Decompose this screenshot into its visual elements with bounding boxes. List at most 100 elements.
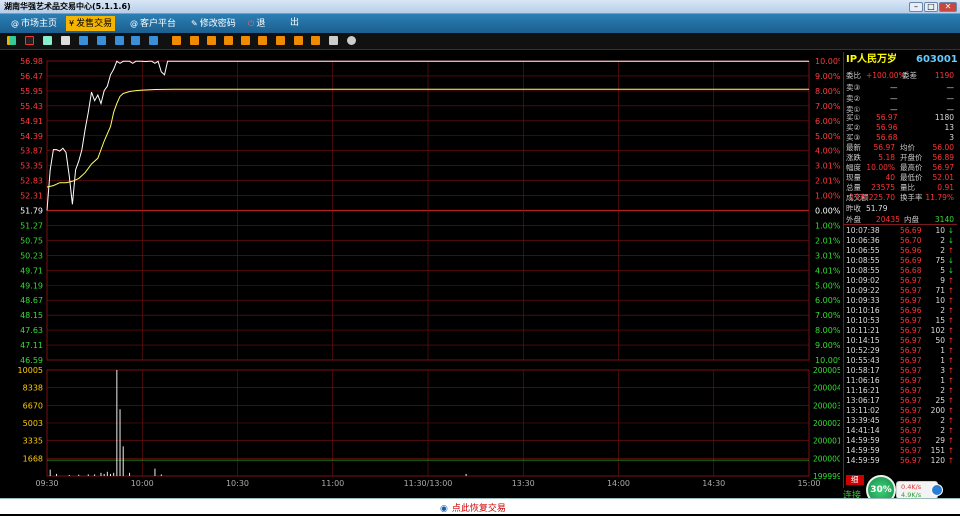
price-tick-label: 56.47 bbox=[20, 72, 43, 81]
menu-label: 退 bbox=[256, 19, 266, 29]
tool-icon-4[interactable] bbox=[131, 36, 140, 45]
stock-code: 603001 bbox=[916, 54, 958, 65]
tool-icon-8[interactable] bbox=[207, 36, 216, 45]
gear-icon[interactable] bbox=[347, 36, 356, 45]
price-tick-label: 46.59 bbox=[20, 356, 43, 365]
volume-tick-label: 8338 bbox=[23, 384, 43, 393]
price-tick-label: 55.43 bbox=[20, 102, 43, 111]
tick-row: 10:10:53 56.97 15 ↑ bbox=[846, 316, 954, 325]
tool-icon-9[interactable] bbox=[224, 36, 233, 45]
pct-tick-label: 9.00% bbox=[815, 341, 840, 350]
tool-icon-3[interactable] bbox=[115, 36, 124, 45]
tick-row: 10:52:29 56.97 1 ↑ bbox=[846, 346, 954, 355]
tool-icon-14[interactable] bbox=[311, 36, 320, 45]
pct-tick-label: 5.00% bbox=[815, 281, 840, 290]
tool-icon-11[interactable] bbox=[258, 36, 267, 45]
time-tick-label: 11:30/13:00 bbox=[404, 479, 453, 488]
buy-row: 买② 56.96 13 bbox=[846, 123, 954, 132]
tool-icon-10[interactable] bbox=[241, 36, 250, 45]
tick-row: 11:16:21 56.97 2 ↑ bbox=[846, 386, 954, 395]
pct-tick-label: 0.00% bbox=[815, 207, 840, 216]
restore-trading-link[interactable]: ◉ 点此恢复交易 bbox=[440, 501, 506, 514]
stat-row: 总量 23575 量比 0.91 bbox=[846, 183, 954, 192]
price-tick-label: 49.71 bbox=[20, 266, 43, 275]
tool-icon-5[interactable] bbox=[149, 36, 158, 45]
menu-client-platform[interactable]: @ 客户平台 bbox=[127, 16, 179, 31]
tick-row: 14:59:59 56.97 151 ↑ bbox=[846, 446, 954, 455]
pct-tick-label: 1.00% bbox=[815, 221, 840, 230]
volume-right-tick-label: 200001 bbox=[813, 437, 840, 446]
candle-icon[interactable] bbox=[43, 36, 52, 45]
menu-change-password[interactable]: ✎ 修改密码 bbox=[188, 16, 239, 31]
volume-tick-label: 10005 bbox=[18, 366, 43, 375]
pct-tick-label: 2.01% bbox=[815, 236, 840, 245]
tick-row: 10:08:55 56.69 75 ↓ bbox=[846, 256, 954, 265]
prev-close-row: 昨收 51.79 bbox=[846, 204, 888, 213]
tick-row: 10:58:17 56.97 3 ↑ bbox=[846, 366, 954, 375]
price-tick-label: 51.79 bbox=[20, 207, 43, 216]
tick-row: 14:59:59 56.97 29 ↑ bbox=[846, 436, 954, 445]
detail-tab[interactable]: 细 bbox=[846, 475, 864, 485]
menu-trading[interactable]: ¥ 发售交易 bbox=[66, 16, 116, 31]
time-tick-label: 14:00 bbox=[607, 479, 630, 488]
volume-right-tick-label: 200005 bbox=[813, 366, 840, 375]
tool-icon-1[interactable] bbox=[79, 36, 88, 45]
maximize-button[interactable]: □ bbox=[924, 2, 938, 12]
pct-tick-label: 1.00% bbox=[815, 192, 840, 201]
close-button[interactable]: ✕ bbox=[939, 2, 957, 12]
time-tick-label: 10:30 bbox=[226, 479, 249, 488]
tick-row: 10:06:36 56.70 2 ↓ bbox=[846, 236, 954, 245]
tool-icon-7[interactable] bbox=[190, 36, 199, 45]
draw-icon[interactable] bbox=[329, 36, 338, 45]
line-chart-icon[interactable] bbox=[25, 36, 34, 45]
tick-row: 10:11:21 56.97 102 ↑ bbox=[846, 326, 954, 335]
menu-exit-2[interactable]: 出 bbox=[287, 16, 302, 31]
menu-exit[interactable]: ⏻ 退 bbox=[245, 16, 268, 31]
tick-row: 10:55:43 56.97 1 ↑ bbox=[846, 356, 954, 365]
price-tick-label: 50.23 bbox=[20, 251, 43, 260]
time-tick-label: 10:00 bbox=[131, 479, 154, 488]
menu-bar: @ 市场主页 ¥ 发售交易 @ 客户平台 ✎ 修改密码 ⏻ 退 出 bbox=[0, 14, 960, 33]
pen-icon: ✎ bbox=[191, 19, 198, 28]
tick-row: 14:41:14 56.97 2 ↑ bbox=[846, 426, 954, 435]
tick-row: 13:39:45 56.97 2 ↑ bbox=[846, 416, 954, 425]
tool-icon-6[interactable] bbox=[172, 36, 181, 45]
bar-chart-icon[interactable] bbox=[7, 36, 16, 45]
pct-tick-label: 2.01% bbox=[815, 177, 840, 186]
pct-tick-label: 6.00% bbox=[815, 296, 840, 305]
volume-right-tick-label: 200002 bbox=[813, 419, 840, 428]
minimize-button[interactable]: – bbox=[909, 2, 923, 12]
price-tick-label: 48.67 bbox=[20, 296, 43, 305]
menu-market-home[interactable]: @ 市场主页 bbox=[8, 16, 60, 31]
tick-row: 10:14:15 56.97 50 ↑ bbox=[846, 336, 954, 345]
volume-right-tick-label: 200003 bbox=[813, 401, 840, 410]
menu-label: 发售交易 bbox=[76, 19, 113, 29]
tool-icon-13[interactable] bbox=[294, 36, 303, 45]
tick-row: 14:59:59 56.97 120 ↑ bbox=[846, 456, 954, 465]
stat-row: 最新 56.97 均价 56.00 bbox=[846, 143, 954, 152]
tool-icon-2[interactable] bbox=[97, 36, 106, 45]
boost-icon[interactable] bbox=[931, 484, 943, 496]
calendar-icon[interactable] bbox=[61, 36, 70, 45]
tick-row: 11:06:16 56.97 1 ↑ bbox=[846, 376, 954, 385]
time-tick-label: 13:30 bbox=[512, 479, 535, 488]
price-tick-label: 54.39 bbox=[20, 132, 43, 141]
tool-icon-12[interactable] bbox=[276, 36, 285, 45]
menu-label: 市场主页 bbox=[21, 19, 58, 29]
pct-tick-label: 10.00% bbox=[815, 356, 840, 365]
buy-row: 买③ 56.68 3 bbox=[846, 133, 954, 142]
stat-row: 涨跌 5.18 开盘价 56.89 bbox=[846, 153, 954, 162]
time-tick-label: 11:00 bbox=[321, 479, 344, 488]
volume-tick-label: 3335 bbox=[23, 437, 43, 446]
price-tick-label: 53.35 bbox=[20, 162, 43, 171]
tick-row: 10:07:38 56.69 10 ↓ bbox=[846, 226, 954, 235]
price-tick-label: 52.83 bbox=[20, 177, 43, 186]
volume-right-tick-label: 200000 bbox=[813, 454, 840, 463]
volume-tick-label: 6670 bbox=[23, 401, 43, 410]
price-tick-label: 48.15 bbox=[20, 311, 43, 320]
outer-inner-row: 外盘 20435 内盘 3140 bbox=[844, 215, 957, 225]
tick-row: 10:09:22 56.97 71 ↑ bbox=[846, 286, 954, 295]
price-tick-label: 50.75 bbox=[20, 236, 43, 245]
window-titlebar: 湖南华强艺术品交易中心(5.1.1.6) – □ ✕ bbox=[0, 0, 960, 14]
pct-tick-label: 4.00% bbox=[815, 147, 840, 156]
